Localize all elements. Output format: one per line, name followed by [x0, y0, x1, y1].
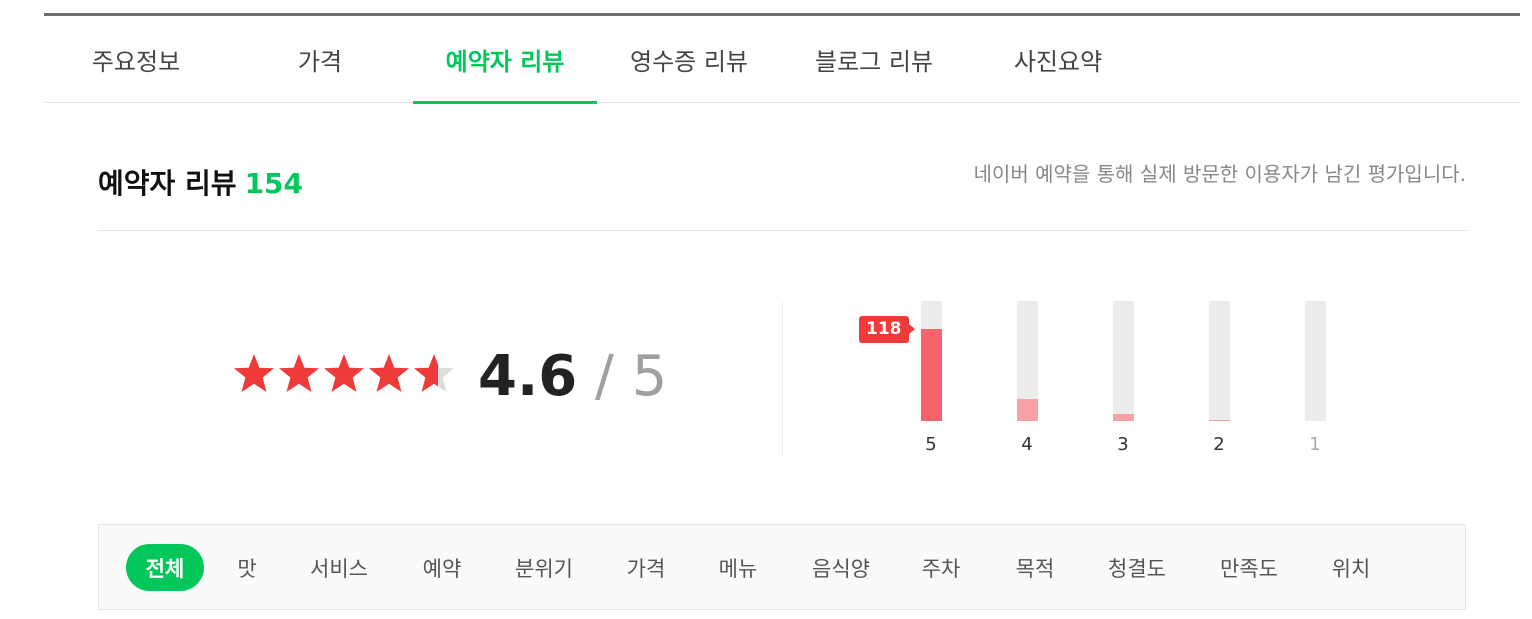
rating-score: 4.6 / 5 — [478, 344, 667, 409]
review-page: 주요정보 가격 예약자 리뷰 영수증 리뷰 블로그 리뷰 사진요약 예약자 리뷰… — [0, 0, 1532, 619]
filter-chip-all[interactable]: 전체 — [126, 544, 204, 591]
star-icon — [412, 352, 456, 396]
tab-main-info[interactable]: 주요정보 — [44, 16, 228, 103]
filter-chip-service[interactable]: 서비스 — [299, 544, 379, 591]
filter-chip-booking[interactable]: 예약 — [411, 544, 473, 591]
rating-bar-5 — [921, 301, 942, 421]
tab-price[interactable]: 가격 — [228, 16, 412, 103]
rating-bar-fill — [1017, 399, 1038, 421]
tab-photo-summary[interactable]: 사진요약 — [966, 16, 1150, 103]
star-rating — [232, 352, 457, 396]
filter-chip-satisfaction[interactable]: 만족도 — [1207, 544, 1291, 591]
rating-bar-label: 4 — [1021, 434, 1033, 455]
rating-bar-3 — [1113, 301, 1134, 421]
star-icon — [367, 352, 411, 396]
filter-chip-menu[interactable]: 메뉴 — [707, 544, 769, 591]
section-description: 네이버 예약을 통해 실제 방문한 이용자가 남긴 평가입니다. — [973, 162, 1466, 186]
rating-bar-label: 5 — [925, 434, 937, 455]
tab-receipt-reviews[interactable]: 영수증 리뷰 — [597, 16, 781, 103]
rating-max: 5 — [631, 344, 668, 409]
rating-bar-fill — [1113, 413, 1134, 421]
filter-chip-portion[interactable]: 음식양 — [799, 544, 883, 591]
tab-booking-reviews[interactable]: 예약자 리뷰 — [413, 16, 597, 104]
rating-count-badge: 118 — [859, 315, 914, 343]
rating-bar-fill — [921, 328, 942, 421]
filter-chip-atmosphere[interactable]: 분위기 — [501, 544, 587, 591]
filter-chip-parking[interactable]: 주차 — [911, 544, 971, 591]
rating-bar-2 — [1209, 301, 1230, 421]
filter-chip-taste[interactable]: 맛 — [227, 544, 267, 591]
rating-separator: / — [595, 344, 614, 409]
rating-bar-4 — [1017, 301, 1038, 421]
tab-blog-reviews[interactable]: 블로그 리뷰 — [782, 16, 966, 103]
filter-chip-cleanliness[interactable]: 청결도 — [1095, 544, 1179, 591]
section-title-text: 예약자 리뷰 — [98, 167, 237, 200]
tab-bar: 주요정보 가격 예약자 리뷰 영수증 리뷰 블로그 리뷰 사진요약 — [44, 16, 1520, 104]
review-filter-bar: 전체 맛 서비스 예약 분위기 가격 메뉴 음식양 주차 목적 청결도 만족도 위치 — [98, 524, 1466, 610]
rating-bar-1 — [1305, 301, 1326, 421]
vertical-divider — [782, 302, 783, 457]
star-icon — [322, 352, 366, 396]
star-icon — [232, 352, 276, 396]
rating-bar-label: 3 — [1117, 434, 1129, 455]
review-count: 154 — [244, 167, 304, 200]
section-title: 예약자 리뷰 154 — [98, 162, 303, 202]
rating-bar-label: 1 — [1309, 434, 1321, 455]
star-icon — [277, 352, 321, 396]
filter-chip-location[interactable]: 위치 — [1321, 544, 1381, 591]
header-divider — [98, 230, 1467, 231]
rating-bar-label: 2 — [1213, 434, 1225, 455]
rating-bar-fill — [1209, 419, 1230, 421]
rating-value: 4.6 — [478, 344, 578, 409]
filter-chip-purpose[interactable]: 목적 — [1004, 544, 1066, 591]
filter-chip-price[interactable]: 가격 — [616, 544, 676, 591]
